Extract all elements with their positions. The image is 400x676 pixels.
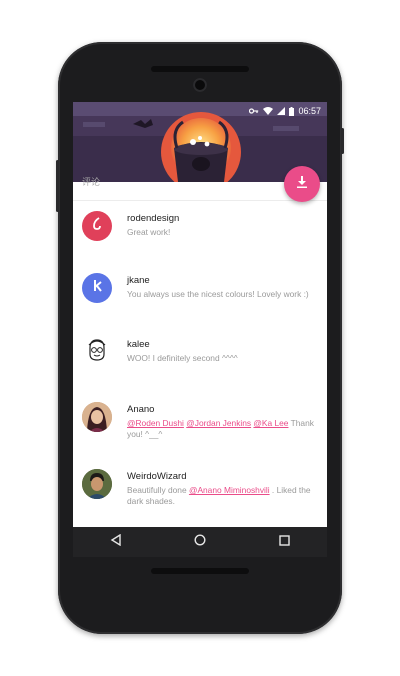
wifi-icon [263, 107, 274, 115]
power-button [341, 128, 344, 154]
front-camera [193, 78, 207, 92]
jkane-logo-icon [90, 279, 104, 298]
bottom-speaker [151, 568, 249, 574]
mention-link[interactable]: @Anano Miminoshvili [189, 485, 270, 495]
status-bar: 06:57 [73, 102, 327, 120]
comment-author[interactable]: Anano [127, 404, 154, 415]
comment-author[interactable]: rodendesign [127, 213, 179, 224]
status-time: 06:57 [298, 106, 321, 116]
download-icon [296, 175, 308, 193]
mention-link[interactable]: @Jordan Jenkins [186, 418, 251, 428]
comment-author[interactable]: kalee [127, 339, 150, 350]
comment-text: Great work! [127, 227, 171, 237]
comment-text: @Roden Dushi @Jordan Jenkins @Ka Lee Tha… [127, 418, 319, 440]
volume-button [56, 160, 59, 212]
comments-section-label: 评论 [82, 177, 101, 187]
home-button[interactable] [165, 527, 235, 557]
earpiece-speaker [151, 66, 249, 72]
comment-author[interactable]: jkane [127, 275, 150, 286]
comment-text: Beautifully done @Anano Miminoshvili . L… [127, 485, 319, 507]
avatar[interactable] [82, 211, 112, 241]
recents-icon [279, 533, 290, 551]
comment-text: You always use the nicest colours! Lovel… [127, 289, 309, 299]
download-button[interactable] [284, 166, 320, 202]
comment-text-head: Beautifully done [127, 485, 189, 495]
screen: 06:57 评论 rodendesign Great work! jkane Y… [73, 102, 327, 557]
comment-author[interactable]: WeirdoWizard [127, 471, 186, 482]
system-navigation-bar [73, 527, 327, 557]
avatar[interactable] [82, 273, 112, 303]
header-divider [73, 200, 327, 201]
sketch-face-icon [84, 337, 110, 367]
avatar[interactable] [82, 337, 112, 367]
rodendesign-logo-icon [90, 216, 104, 236]
weirdowizard-avatar-image [82, 469, 112, 499]
back-icon [110, 533, 121, 551]
signal-icon [277, 107, 286, 115]
recents-button[interactable] [250, 527, 320, 557]
key-icon [249, 107, 259, 115]
avatar[interactable] [82, 469, 112, 499]
avatar[interactable] [82, 402, 112, 432]
back-button[interactable] [80, 527, 150, 557]
anano-avatar-image [82, 402, 112, 432]
mention-link[interactable]: @Roden Dushi [127, 418, 184, 428]
home-icon [194, 533, 206, 551]
comment-text: WOO! I definitely second ^^^^ [127, 353, 238, 363]
battery-icon [289, 106, 295, 116]
mention-link[interactable]: @Ka Lee [253, 418, 288, 428]
